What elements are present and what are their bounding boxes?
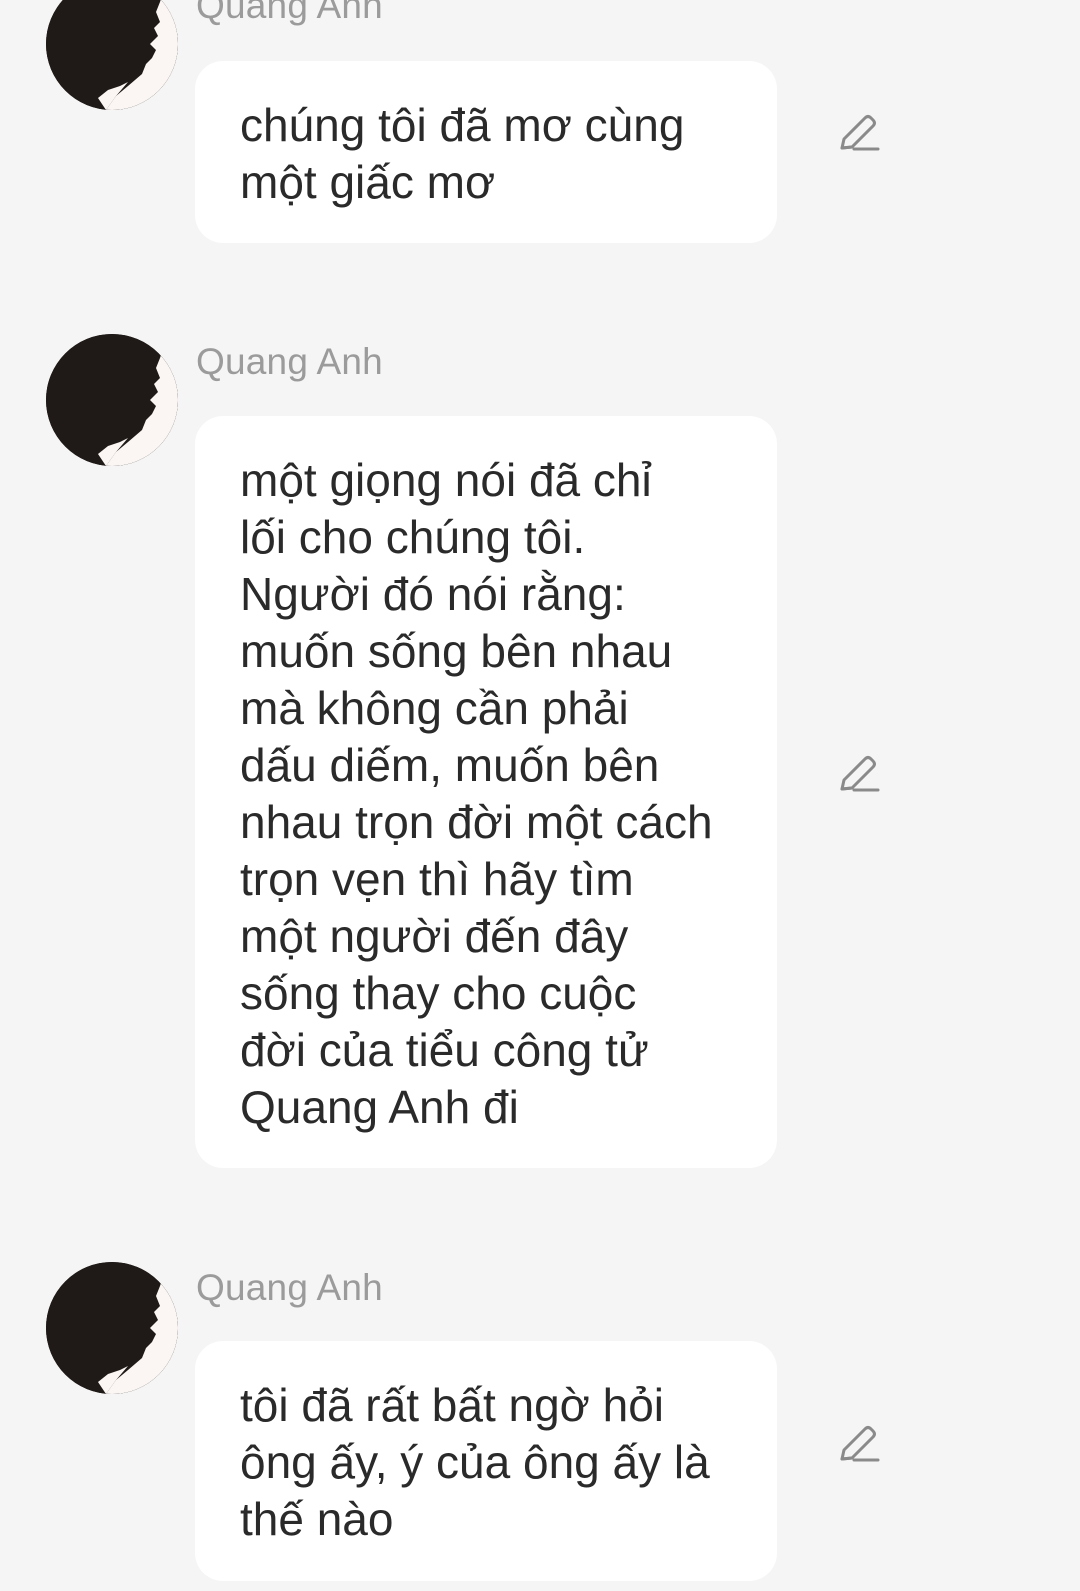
sender-name: Quang Anh <box>196 341 383 382</box>
sender-name: Quang Anh <box>196 0 383 26</box>
avatar[interactable] <box>46 0 178 110</box>
sender-name: Quang Anh <box>196 1267 383 1308</box>
silhouette-avatar-icon <box>46 0 178 110</box>
message-text: chúng tôi đã mơ cùng một giấc mơ <box>240 99 685 208</box>
edit-pencil-icon[interactable] <box>834 112 880 158</box>
message-text: tôi đã rất bất ngờ hỏi ông ấy, ý của ông… <box>240 1379 710 1545</box>
silhouette-avatar-icon <box>46 334 178 466</box>
silhouette-avatar-icon <box>46 1262 178 1394</box>
avatar[interactable] <box>46 334 178 466</box>
message-bubble[interactable]: chúng tôi đã mơ cùng một giấc mơ <box>195 61 777 243</box>
message-text: một giọng nói đã chỉ lối cho chúng tôi. … <box>240 454 713 1133</box>
message-bubble[interactable]: tôi đã rất bất ngờ hỏi ông ấy, ý của ông… <box>195 1341 777 1581</box>
message-bubble[interactable]: một giọng nói đã chỉ lối cho chúng tôi. … <box>195 416 777 1168</box>
edit-pencil-icon[interactable] <box>834 753 880 799</box>
avatar[interactable] <box>46 1262 178 1394</box>
edit-pencil-icon[interactable] <box>834 1423 880 1469</box>
